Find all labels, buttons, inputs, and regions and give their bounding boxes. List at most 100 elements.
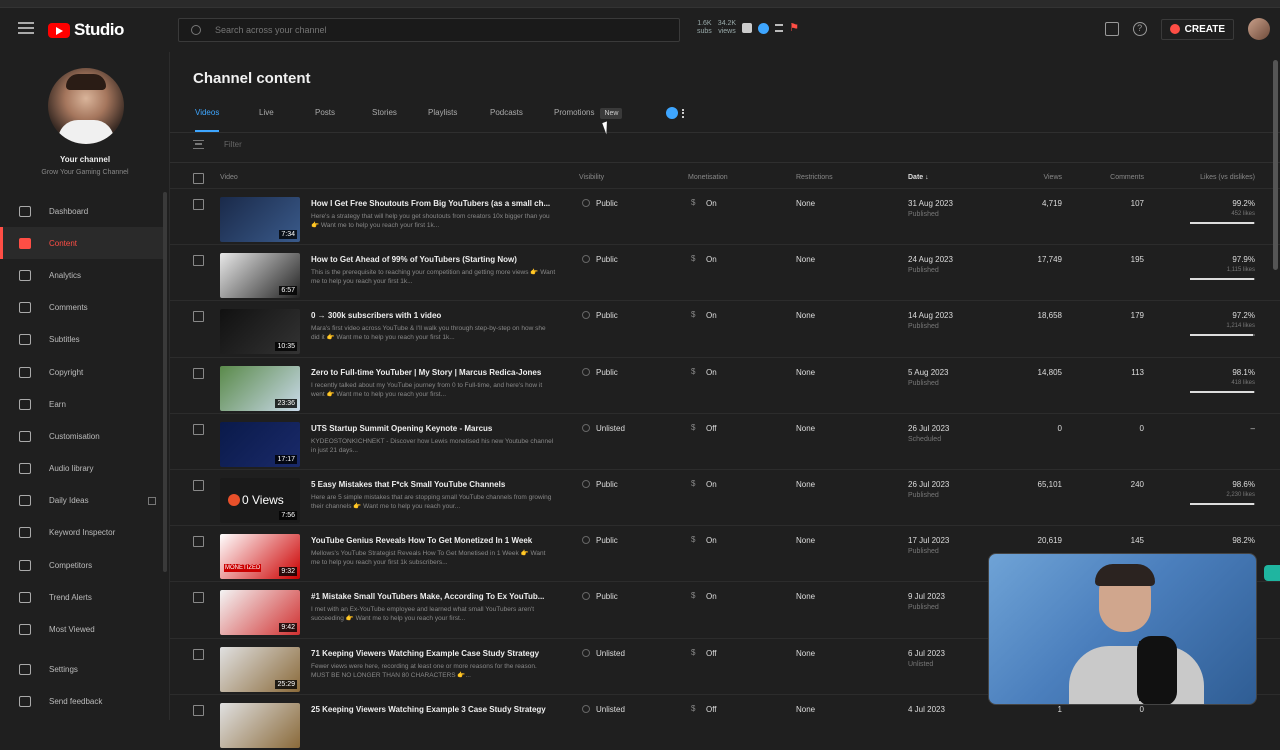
sidebar-item-trend-alerts[interactable]: Trend Alerts [0, 581, 164, 613]
table-row[interactable]: 23:36 Zero to Full-time YouTuber | My Sto… [170, 356, 1280, 413]
video-thumbnail[interactable]: 7:34 [220, 197, 300, 242]
monetisation-value[interactable]: On [706, 480, 717, 489]
sidebar-item-analytics[interactable]: Analytics [0, 259, 164, 291]
select-all-checkbox[interactable] [193, 173, 204, 184]
row-checkbox[interactable] [193, 592, 204, 604]
table-row[interactable]: 17:17 UTS Startup Summit Opening Keynote … [170, 412, 1280, 469]
tab-posts[interactable]: Posts [315, 108, 335, 126]
col-restrictions[interactable]: Restrictions [796, 174, 833, 181]
monetisation-value[interactable]: Off [706, 705, 717, 714]
monetisation-value[interactable]: On [706, 536, 717, 545]
video-thumbnail[interactable]: 6:57 [220, 253, 300, 299]
row-checkbox[interactable] [193, 480, 204, 491]
table-row[interactable]: 10:35 0 → 300k subscribers with 1 video Ma… [170, 300, 1280, 356]
col-date[interactable]: Date ↓ [908, 174, 929, 181]
channel-avatar[interactable] [48, 68, 124, 144]
sidebar-item-daily-ideas[interactable]: Daily Ideas [0, 485, 164, 517]
sidebar-item-earn[interactable]: Earn [0, 388, 164, 420]
row-checkbox[interactable] [193, 311, 204, 323]
sidebar-item-most-viewed[interactable]: Most Viewed [0, 613, 164, 645]
monetisation-value[interactable]: On [706, 199, 717, 208]
extension-icon[interactable] [742, 23, 753, 33]
video-thumbnail[interactable] [220, 702, 300, 748]
vidiq-icon[interactable] [758, 22, 770, 34]
video-thumbnail[interactable]: 10:35 [220, 309, 300, 355]
vidiq-tab-icon[interactable] [666, 107, 678, 119]
video-title[interactable]: 5 Easy Mistakes that F*ck Small YouTube … [311, 480, 561, 489]
video-thumbnail[interactable]: 25:29 [220, 646, 300, 692]
video-title[interactable]: How I Get Free Shoutouts From Big YouTub… [311, 199, 561, 208]
sidebar-item-dashboard[interactable]: Dashboard [0, 195, 164, 227]
sidebar-scrollbar[interactable] [163, 192, 167, 572]
video-thumbnail[interactable]: 0 Views 7:56 [220, 478, 300, 523]
sidebar-item-keyword-inspector[interactable]: Keyword Inspector [0, 517, 164, 549]
studio-logo[interactable]: Studio [48, 20, 124, 40]
visibility-value[interactable]: Public [596, 255, 618, 264]
visibility-value[interactable]: Public [596, 592, 618, 601]
video-title[interactable]: Zero to Full-time YouTuber | My Story | … [311, 368, 561, 377]
video-thumbnail[interactable]: 17:17 [220, 421, 300, 467]
monetisation-value[interactable]: On [706, 255, 717, 264]
monetisation-value[interactable]: On [706, 368, 717, 377]
row-checkbox[interactable] [193, 367, 204, 379]
video-title[interactable]: 25 Keeping Viewers Watching Example 3 Ca… [311, 705, 561, 714]
sidebar-item-audio-library[interactable]: Audio library [0, 453, 164, 485]
monetisation-value[interactable]: On [706, 311, 717, 320]
visibility-value[interactable]: Public [596, 536, 618, 545]
side-widget-icon[interactable] [1264, 565, 1280, 581]
search-bar[interactable] [178, 18, 680, 42]
list-icon[interactable] [775, 24, 784, 32]
tab-podcasts[interactable]: Podcasts [490, 108, 523, 126]
col-visibility[interactable]: Visibility [579, 174, 604, 181]
filter-icon[interactable] [193, 140, 204, 149]
sidebar-item-subtitles[interactable]: Subtitles [0, 324, 164, 356]
row-checkbox[interactable] [193, 255, 204, 267]
monetisation-value[interactable]: On [706, 592, 717, 601]
create-button[interactable]: CREATE [1160, 18, 1234, 40]
monetisation-value[interactable]: Off [706, 649, 717, 658]
row-checkbox[interactable] [193, 536, 204, 548]
sidebar-item-copyright[interactable]: Copyright [0, 356, 164, 388]
help-icon[interactable]: ? [1132, 22, 1147, 36]
menu-icon[interactable] [18, 22, 34, 34]
col-comments[interactable]: Comments [1110, 174, 1144, 181]
video-title[interactable]: #1 Mistake Small YouTubers Make, Accordi… [311, 592, 561, 601]
visibility-value[interactable]: Unlisted [596, 705, 625, 714]
video-thumbnail[interactable]: 9:42 [220, 590, 300, 636]
visibility-value[interactable]: Public [596, 480, 618, 489]
row-checkbox[interactable] [193, 423, 204, 435]
feedback-icon[interactable] [1104, 22, 1119, 36]
video-title[interactable]: How to Get Ahead of 99% of YouTubers (St… [311, 255, 561, 264]
visibility-value[interactable]: Unlisted [596, 424, 625, 433]
alert-icon[interactable]: ⚑ [789, 22, 801, 34]
visibility-value[interactable]: Unlisted [596, 649, 625, 658]
col-likes[interactable]: Likes (vs dislikes) [1200, 174, 1255, 181]
video-title[interactable]: UTS Startup Summit Opening Keynote - Mar… [311, 424, 561, 433]
sidebar-item-content[interactable]: Content [0, 227, 164, 260]
video-title[interactable]: 0 → 300k subscribers with 1 video [311, 311, 561, 320]
monetisation-value[interactable]: Off [706, 424, 717, 433]
visibility-value[interactable]: Public [596, 199, 618, 208]
row-checkbox[interactable] [193, 648, 204, 660]
sidebar-item-send-feedback[interactable]: Send feedback [0, 686, 164, 718]
visibility-value[interactable]: Public [596, 368, 618, 377]
col-views[interactable]: Views [1043, 174, 1062, 181]
table-row[interactable]: 6:57 How to Get Ahead of 99% of YouTubers… [170, 244, 1280, 300]
filter-row[interactable]: Filter [193, 140, 242, 149]
video-title[interactable]: YouTube Genius Reveals How To Get Moneti… [311, 536, 561, 545]
row-checkbox[interactable] [193, 199, 204, 210]
video-thumbnail[interactable]: MONETIZED 9:32 [220, 534, 300, 580]
tab-stories[interactable]: Stories [372, 108, 397, 126]
account-avatar[interactable] [1248, 18, 1270, 40]
row-checkbox[interactable] [193, 704, 204, 716]
page-scrollbar[interactable] [1273, 60, 1278, 270]
table-row[interactable]: 0 Views 7:56 5 Easy Mistakes that F*ck Sma… [170, 469, 1280, 525]
video-title[interactable]: 71 Keeping Viewers Watching Example Case… [311, 649, 561, 658]
sidebar-item-customisation[interactable]: Customisation [0, 420, 164, 452]
table-row[interactable]: 7:34 How I Get Free Shoutouts From Big Yo… [170, 188, 1280, 244]
video-thumbnail[interactable]: 23:36 [220, 365, 300, 411]
more-options-icon[interactable] [682, 108, 684, 118]
tab-live[interactable]: Live [259, 108, 274, 126]
tab-videos[interactable]: Videos [195, 108, 220, 132]
sidebar-item-competitors[interactable]: Competitors [0, 549, 164, 581]
